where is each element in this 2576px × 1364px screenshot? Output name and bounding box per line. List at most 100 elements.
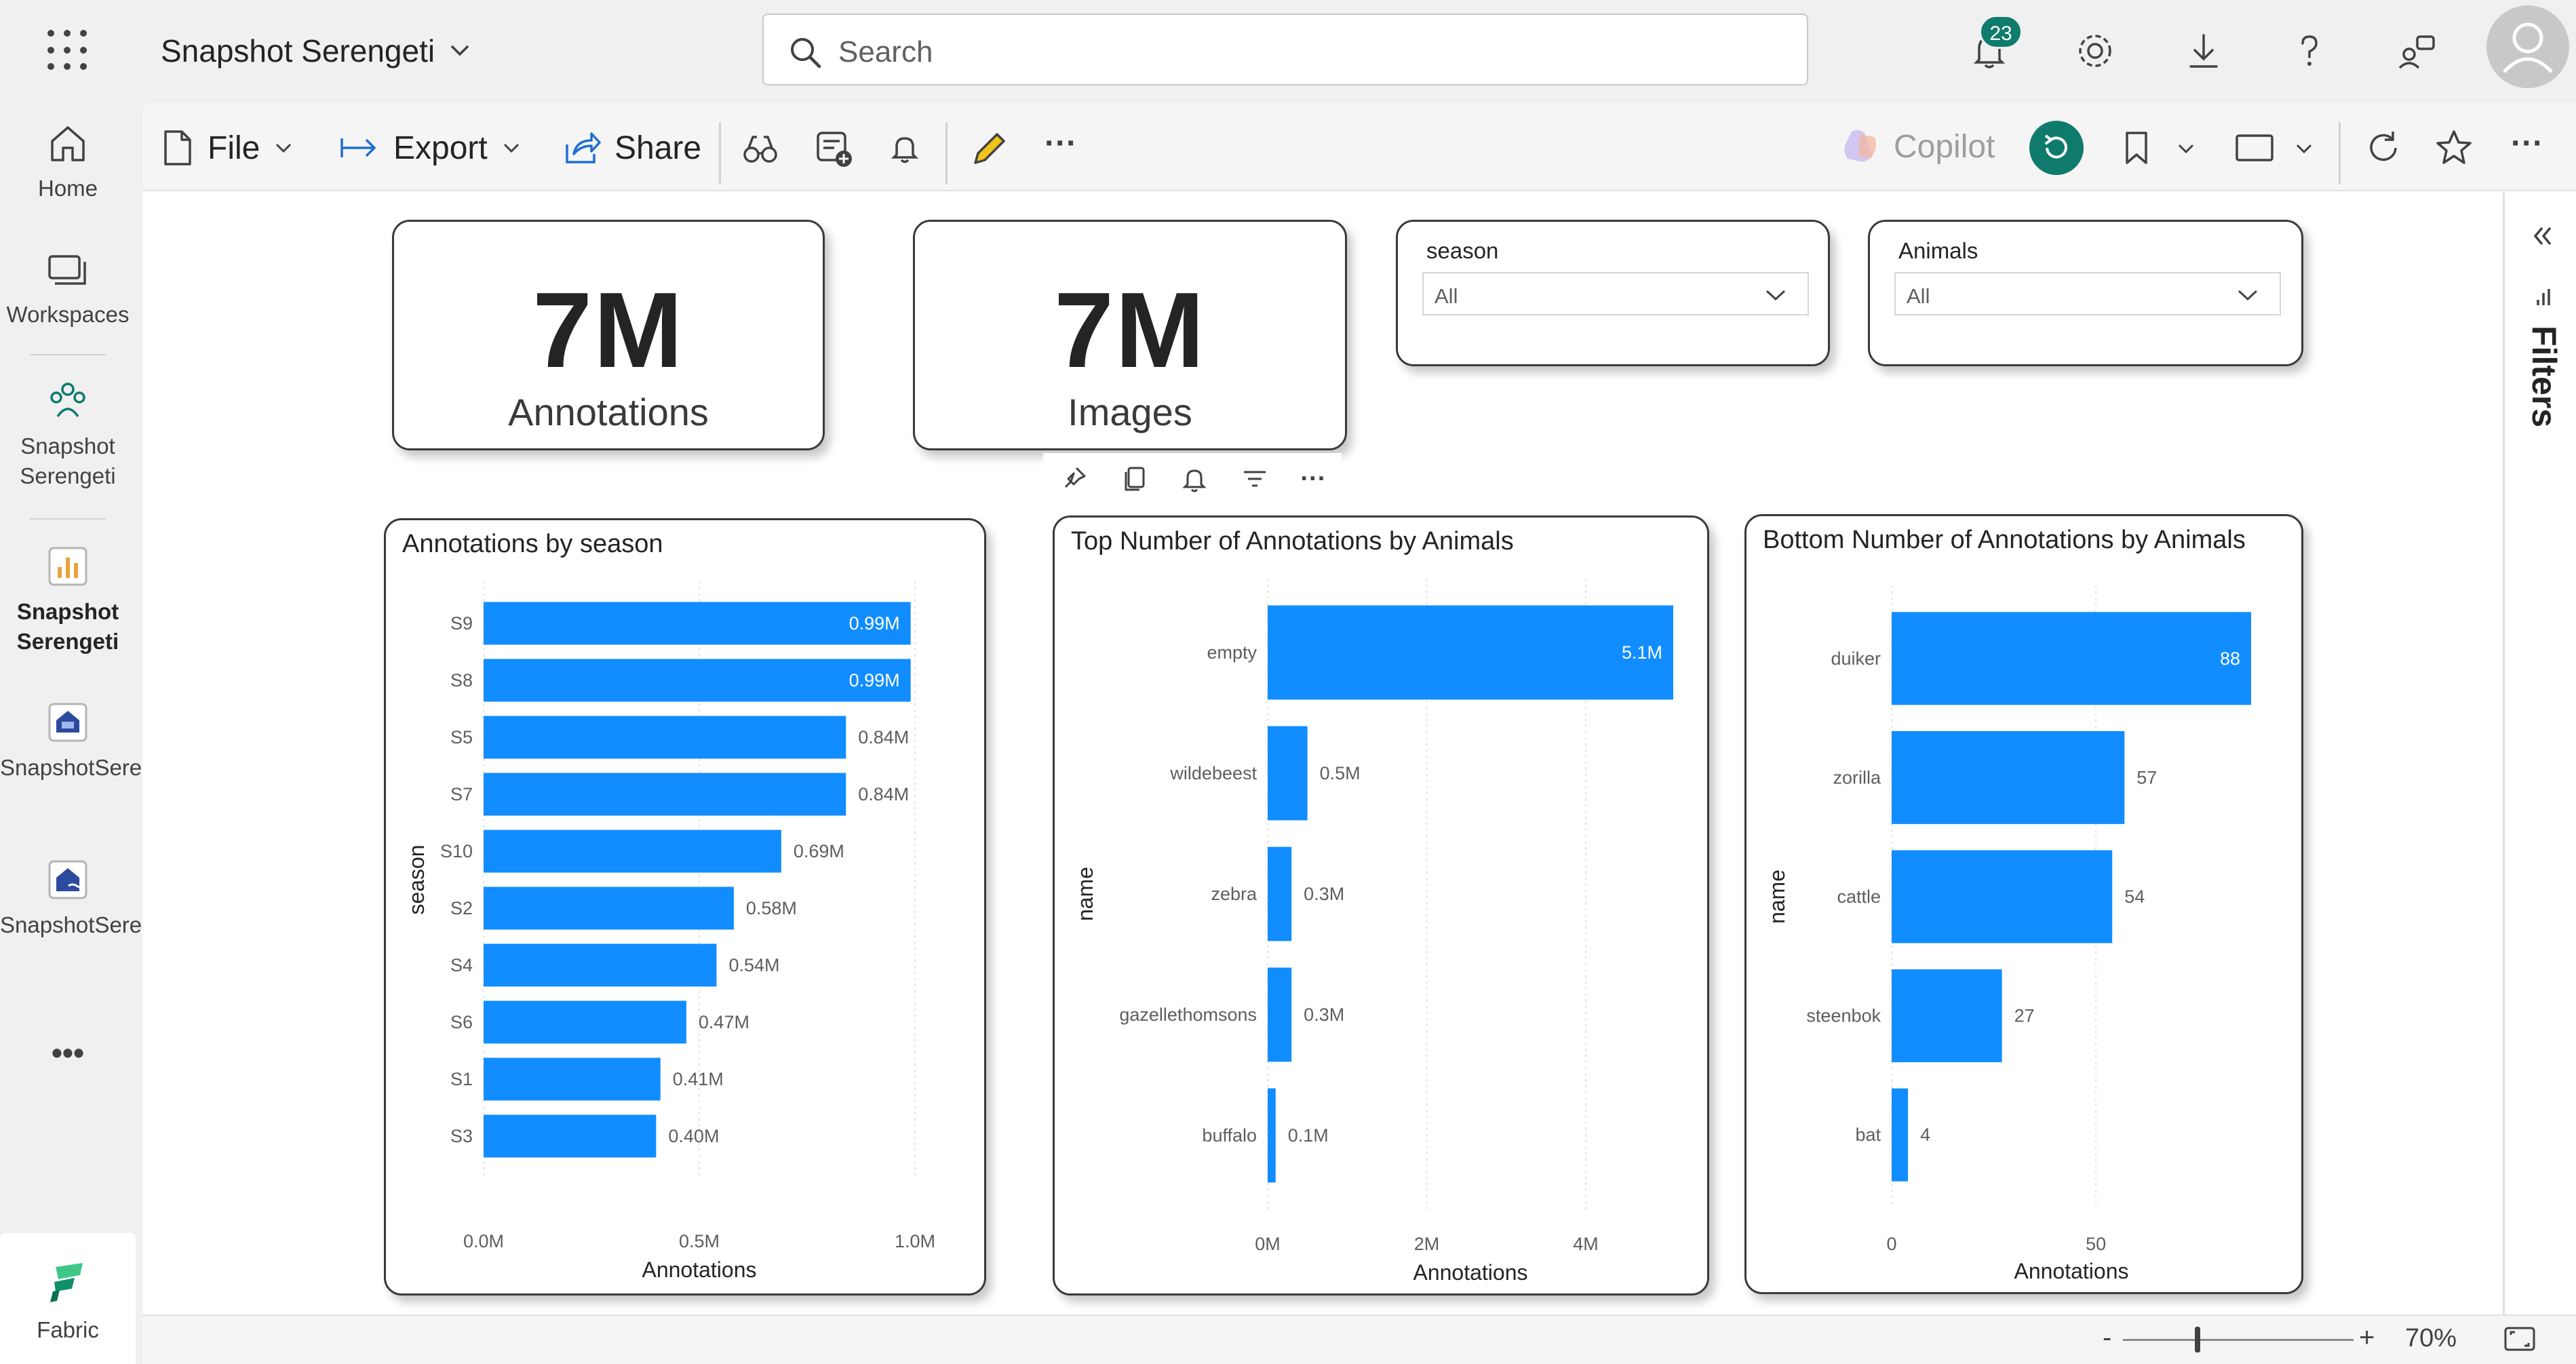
favorite-star-icon[interactable] bbox=[2434, 128, 2474, 168]
y-axis-title: name bbox=[1765, 870, 1789, 924]
kpi-label: Images bbox=[1068, 391, 1192, 433]
nav-workspaces[interactable]: Workspaces bbox=[0, 246, 136, 330]
chart-top-annotations-by-animals[interactable]: Top Number of Annotations by Animals 0M 2… bbox=[1053, 515, 1709, 1295]
alert-bell-icon[interactable] bbox=[1179, 464, 1209, 494]
more-options-icon[interactable]: ··· bbox=[1045, 125, 1077, 162]
nav-lakehouse-2[interactable]: SnapshotSerengeti_LH bbox=[0, 856, 231, 940]
add-comment-icon[interactable] bbox=[814, 129, 855, 170]
search-input[interactable]: Search bbox=[762, 14, 1808, 85]
collapse-chevrons-icon[interactable] bbox=[2530, 224, 2554, 248]
toolbar-divider bbox=[2339, 122, 2341, 184]
bar bbox=[1268, 846, 1292, 941]
share-icon bbox=[566, 132, 601, 163]
y-tick-label: S9 bbox=[450, 613, 473, 634]
view-icon[interactable] bbox=[2234, 133, 2275, 163]
copilot-label: Copilot bbox=[1894, 128, 1995, 165]
kpi-card-annotations[interactable]: 7M Annotations bbox=[392, 220, 825, 450]
avatar[interactable] bbox=[2486, 5, 2569, 88]
chevron-down-icon bbox=[276, 143, 292, 153]
nav-report-snapshot-serengeti[interactable]: Snapshot Serengeti bbox=[0, 543, 136, 657]
fabric-switcher[interactable]: Fabric bbox=[0, 1233, 136, 1364]
gear-icon[interactable] bbox=[2071, 27, 2119, 75]
bar bbox=[1892, 730, 2125, 824]
y-tick-label: empty bbox=[1207, 642, 1257, 663]
x-tick-label: 2M bbox=[1414, 1234, 1440, 1254]
user-icon bbox=[2503, 22, 2553, 73]
fabric-label: Fabric bbox=[37, 1317, 99, 1342]
filter-lines-icon[interactable] bbox=[1240, 464, 1270, 494]
slicer-dropdown[interactable]: All bbox=[1422, 272, 1809, 315]
chevron-down-icon[interactable] bbox=[448, 38, 472, 62]
nav-home-label: Home bbox=[37, 176, 98, 201]
bar bbox=[484, 773, 846, 816]
kpi-card-images[interactable]: 7M Images bbox=[913, 220, 1347, 450]
y-tick-label: zorilla bbox=[1833, 767, 1881, 787]
more-options-icon[interactable]: ··· bbox=[2511, 125, 2543, 162]
bar bbox=[1268, 967, 1292, 1062]
x-tick-label: 0.0M bbox=[463, 1231, 504, 1251]
export-menu[interactable]: Export bbox=[339, 128, 522, 168]
bar bbox=[484, 830, 781, 873]
bar bbox=[484, 716, 846, 759]
y-tick-label: S4 bbox=[450, 955, 473, 975]
y-tick-label: S2 bbox=[450, 898, 473, 918]
zoom-in-button[interactable]: + bbox=[2359, 1323, 2375, 1353]
fit-to-page-icon[interactable] bbox=[2503, 1325, 2537, 1352]
pin-icon[interactable] bbox=[1059, 464, 1089, 494]
help-icon[interactable] bbox=[2286, 27, 2333, 75]
alert-bell-icon[interactable] bbox=[889, 132, 921, 165]
download-icon[interactable] bbox=[2180, 27, 2227, 75]
slicer-dropdown[interactable]: All bbox=[1894, 272, 2281, 315]
slicer-animals[interactable]: Animals All bbox=[1868, 220, 2303, 366]
chart-bottom-annotations-by-animals[interactable]: Bottom Number of Annotations by Animals … bbox=[1744, 514, 2303, 1294]
slicer-season[interactable]: season All bbox=[1396, 220, 1830, 366]
chevron-down-icon bbox=[2238, 290, 2258, 301]
data-label: 0.54M bbox=[728, 955, 779, 975]
nav-workspace-snapshot-serengeti[interactable]: Snapshot Serengeti bbox=[0, 377, 136, 491]
nav-divider bbox=[30, 518, 106, 520]
reset-icon[interactable] bbox=[2029, 121, 2084, 175]
bar bbox=[1268, 1088, 1276, 1183]
more-icon[interactable]: ••• bbox=[0, 1037, 136, 1068]
x-tick-label: 0 bbox=[1886, 1234, 1896, 1254]
more-options-icon[interactable]: ··· bbox=[1300, 465, 1326, 494]
kpi-value: 7M bbox=[1054, 271, 1206, 390]
zoom-slider-track[interactable] bbox=[2123, 1339, 2354, 1341]
y-tick-label: S10 bbox=[440, 841, 473, 861]
app-title[interactable]: Snapshot Serengeti bbox=[161, 33, 435, 69]
y-tick-label: buffalo bbox=[1202, 1125, 1257, 1146]
data-label: 0.84M bbox=[858, 784, 909, 804]
bar bbox=[484, 1057, 661, 1101]
copy-icon[interactable] bbox=[1119, 464, 1149, 494]
feedback-icon[interactable] bbox=[2393, 27, 2440, 75]
nav-lakehouse-1[interactable]: SnapshotSerengeti_LH bbox=[0, 699, 231, 783]
share-button[interactable]: Share bbox=[563, 128, 701, 168]
nav-home[interactable]: Home bbox=[0, 119, 136, 203]
chevron-down-icon[interactable] bbox=[2294, 138, 2314, 159]
x-axis-title: Annotations bbox=[2014, 1259, 2128, 1283]
visual-header: ··· bbox=[1043, 453, 1342, 505]
bar bbox=[1892, 969, 2002, 1063]
file-menu[interactable]: File bbox=[161, 128, 294, 168]
y-tick-label: steenbok bbox=[1806, 1006, 1881, 1026]
report-icon bbox=[48, 547, 87, 586]
filters-label[interactable]: Filters bbox=[2524, 326, 2564, 427]
copilot-button[interactable]: Copilot bbox=[1839, 128, 1995, 165]
people-group-icon bbox=[50, 383, 85, 418]
app-launcher-icon[interactable] bbox=[47, 30, 88, 71]
bar bbox=[484, 943, 717, 987]
bar bbox=[484, 1000, 686, 1044]
notification-badge: 23 bbox=[1979, 15, 2023, 49]
zoom-slider-thumb[interactable] bbox=[2195, 1327, 2200, 1352]
toolbar-divider bbox=[719, 122, 721, 184]
bookmark-icon[interactable] bbox=[2120, 129, 2153, 167]
chevron-down-icon[interactable] bbox=[2176, 138, 2196, 159]
nav-workspaces-label: Workspaces bbox=[6, 302, 130, 327]
chart-annotations-by-season[interactable]: Annotations by season 0.0M 0.5M 1.0M S9 0.99… bbox=[384, 518, 986, 1295]
zoom-out-button[interactable]: - bbox=[2103, 1323, 2111, 1353]
edit-pencil-icon[interactable] bbox=[969, 129, 1009, 170]
data-label: 27 bbox=[2014, 1006, 2035, 1026]
binoculars-icon[interactable] bbox=[742, 133, 779, 165]
y-tick-label: bat bbox=[1855, 1125, 1881, 1145]
refresh-icon[interactable] bbox=[2364, 129, 2402, 167]
